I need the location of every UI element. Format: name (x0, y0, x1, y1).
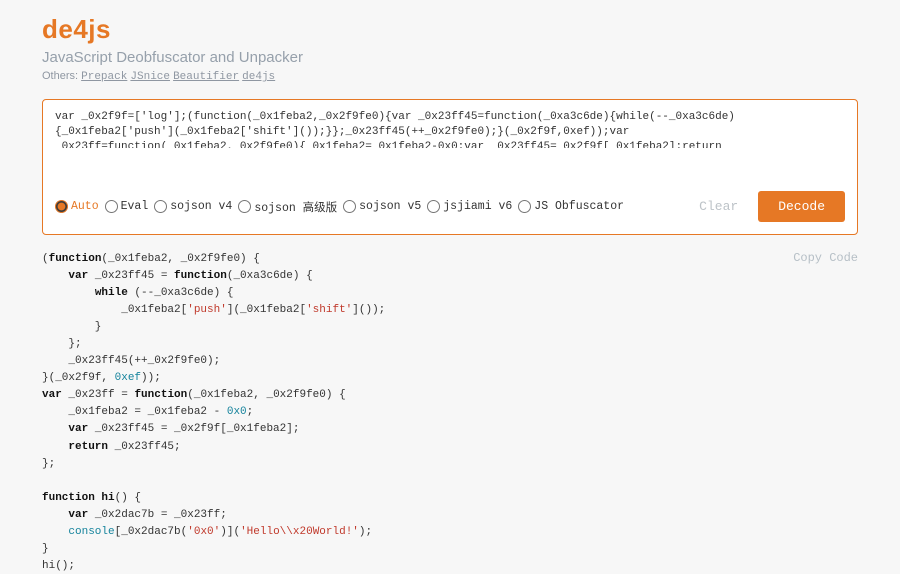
link-prepack[interactable]: Prepack (81, 71, 127, 83)
link-jsnice[interactable]: JSnice (130, 71, 170, 83)
input-panel: Auto Eval sojson v4 sojson 高级版 sojson v5 jsji… (42, 99, 858, 235)
mode-js-obfuscator[interactable]: JS Obfuscator (518, 200, 624, 213)
mode-radio[interactable] (238, 200, 251, 213)
mode-radio[interactable] (55, 200, 68, 213)
mode-radio[interactable] (427, 200, 440, 213)
mode-eval[interactable]: Eval (105, 200, 149, 213)
app-title: de4js (42, 14, 858, 45)
other-links: Others: Prepack JSnice Beautifier de4js (42, 70, 858, 83)
decode-button[interactable]: Decode (758, 191, 845, 222)
mode-sojson-高级版[interactable]: sojson 高级版 (238, 199, 337, 215)
controls-row: Auto Eval sojson v4 sojson 高级版 sojson v5 jsji… (55, 191, 845, 222)
mode-sojson-v5[interactable]: sojson v5 (343, 200, 421, 213)
copy-code-button[interactable]: Copy Code (793, 251, 858, 265)
output-panel: Copy Code (function(_0x1feba2, _0x2f9fe0… (42, 251, 858, 574)
mode-radio[interactable] (105, 200, 118, 213)
mode-radio[interactable] (154, 200, 167, 213)
mode-radio[interactable] (343, 200, 356, 213)
mode-sojson-v4[interactable]: sojson v4 (154, 200, 232, 213)
code-input[interactable] (55, 110, 845, 148)
link-de4js[interactable]: de4js (242, 71, 275, 83)
clear-button[interactable]: Clear (685, 193, 752, 220)
mode-radio[interactable] (518, 200, 531, 213)
code-output: (function(_0x1feba2, _0x2f9fe0) { var _0… (42, 251, 858, 574)
mode-jsjiami-v6[interactable]: jsjiami v6 (427, 200, 512, 213)
others-prefix: Others: (42, 70, 81, 82)
link-beautifier[interactable]: Beautifier (173, 71, 239, 83)
app-subtitle: JavaScript Deobfuscator and Unpacker (42, 49, 858, 66)
mode-auto[interactable]: Auto (55, 200, 99, 213)
